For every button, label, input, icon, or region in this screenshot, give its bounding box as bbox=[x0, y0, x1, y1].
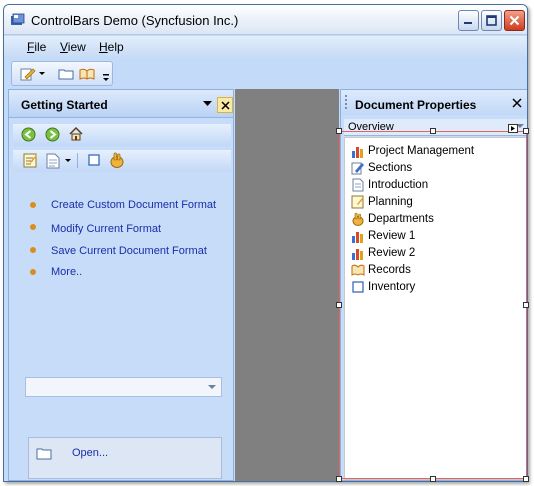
menu-view[interactable]: View bbox=[60, 40, 86, 54]
maximize-icon bbox=[486, 15, 497, 26]
close-icon bbox=[509, 15, 520, 26]
getting-started-combo[interactable] bbox=[25, 377, 222, 397]
chart-icon bbox=[352, 147, 363, 158]
home-icon[interactable] bbox=[68, 126, 84, 142]
tools-bar bbox=[13, 150, 231, 172]
overflow-icon[interactable] bbox=[103, 74, 111, 83]
task-save-format[interactable]: Save Current Document Format bbox=[51, 245, 207, 257]
bullet-icon bbox=[30, 224, 36, 230]
document-properties-header: Document Properties bbox=[341, 90, 527, 115]
toolbar-separator bbox=[77, 153, 78, 168]
getting-started-panel: Getting Started Create Custom Document F… bbox=[8, 89, 234, 481]
bullet-icon bbox=[30, 202, 36, 208]
task-more[interactable]: More.. bbox=[51, 266, 82, 278]
resize-handle[interactable] bbox=[523, 476, 529, 482]
chevron-down-icon[interactable] bbox=[203, 101, 212, 107]
task-modify-format[interactable]: Modify Current Format bbox=[51, 223, 161, 235]
box-icon[interactable] bbox=[88, 154, 101, 167]
document-icon bbox=[352, 178, 364, 192]
edit-icon[interactable] bbox=[20, 66, 36, 82]
title-bar[interactable]: ControlBars Demo (Syncfusion Inc.) bbox=[4, 5, 527, 35]
combo-value: Overview bbox=[348, 121, 394, 133]
main-toolbar bbox=[11, 61, 113, 86]
drag-grip[interactable] bbox=[345, 95, 347, 109]
chevron-down-icon[interactable] bbox=[65, 159, 72, 163]
chevron-down-icon bbox=[208, 385, 216, 389]
box-icon bbox=[352, 281, 364, 293]
minimize-icon bbox=[464, 22, 472, 24]
maximize-button[interactable] bbox=[481, 10, 502, 31]
folder-icon bbox=[36, 448, 52, 460]
app-icon bbox=[11, 13, 25, 25]
panel-close-button[interactable] bbox=[217, 97, 233, 113]
navigation-bar bbox=[13, 124, 231, 146]
document-area[interactable] bbox=[235, 89, 339, 481]
hand-icon bbox=[352, 212, 364, 226]
smart-tag-icon[interactable] bbox=[508, 124, 518, 133]
forward-icon[interactable] bbox=[45, 127, 60, 142]
overview-combo[interactable]: Overview bbox=[344, 119, 527, 136]
hand-icon[interactable] bbox=[109, 152, 125, 169]
book-icon bbox=[351, 264, 365, 276]
close-icon bbox=[220, 100, 230, 110]
close-button[interactable] bbox=[504, 10, 525, 31]
bullet-icon bbox=[30, 247, 36, 253]
menu-bar: File View Help bbox=[4, 36, 527, 58]
resize-handle[interactable] bbox=[523, 128, 529, 134]
task-create-custom-format[interactable]: Create Custom Document Format bbox=[51, 199, 216, 211]
resize-handle[interactable] bbox=[336, 302, 342, 308]
close-icon[interactable] bbox=[512, 98, 522, 108]
document-icon[interactable] bbox=[46, 153, 60, 169]
back-icon[interactable] bbox=[21, 127, 36, 142]
notes-icon bbox=[351, 195, 364, 209]
open-link[interactable]: Open... bbox=[72, 447, 108, 459]
list-item[interactable]: Inventory bbox=[351, 279, 415, 295]
chart-icon bbox=[352, 232, 363, 243]
document-list: Project Management Sections Introduction… bbox=[344, 137, 527, 480]
document-properties-panel: Document Properties Overview Project Man… bbox=[340, 89, 527, 481]
list-item[interactable]: Planning bbox=[351, 194, 413, 210]
resize-handle[interactable] bbox=[523, 302, 529, 308]
resize-handle[interactable] bbox=[430, 476, 436, 482]
open-section: Open... bbox=[28, 437, 222, 479]
menu-file[interactable]: File bbox=[27, 40, 46, 54]
menu-help[interactable]: Help bbox=[99, 40, 124, 54]
resize-handle[interactable] bbox=[336, 128, 342, 134]
bullet-icon bbox=[30, 269, 36, 275]
list-item[interactable]: Departments bbox=[351, 211, 434, 227]
getting-started-header: Getting Started bbox=[9, 90, 233, 118]
book-icon[interactable] bbox=[79, 66, 95, 82]
list-item[interactable]: Sections bbox=[351, 160, 412, 176]
list-item[interactable]: Review 2 bbox=[351, 245, 415, 261]
notes-icon[interactable] bbox=[23, 153, 38, 168]
list-item[interactable]: Introduction bbox=[351, 177, 428, 193]
list-item[interactable]: Records bbox=[351, 262, 411, 278]
chart-icon bbox=[352, 249, 363, 260]
list-item[interactable]: Project Management bbox=[351, 143, 474, 159]
panel-title: Document Properties bbox=[355, 98, 477, 112]
resize-handle[interactable] bbox=[430, 128, 436, 134]
edit-icon bbox=[351, 162, 364, 175]
minimize-button[interactable] bbox=[458, 10, 479, 31]
window-title: ControlBars Demo (Syncfusion Inc.) bbox=[31, 13, 239, 28]
app-window: ControlBars Demo (Syncfusion Inc.) File … bbox=[3, 4, 528, 482]
resize-handle[interactable] bbox=[336, 476, 342, 482]
folder-icon[interactable] bbox=[58, 66, 74, 82]
list-item[interactable]: Review 1 bbox=[351, 228, 415, 244]
chevron-down-icon[interactable] bbox=[39, 72, 46, 76]
panel-title: Getting Started bbox=[21, 98, 108, 112]
